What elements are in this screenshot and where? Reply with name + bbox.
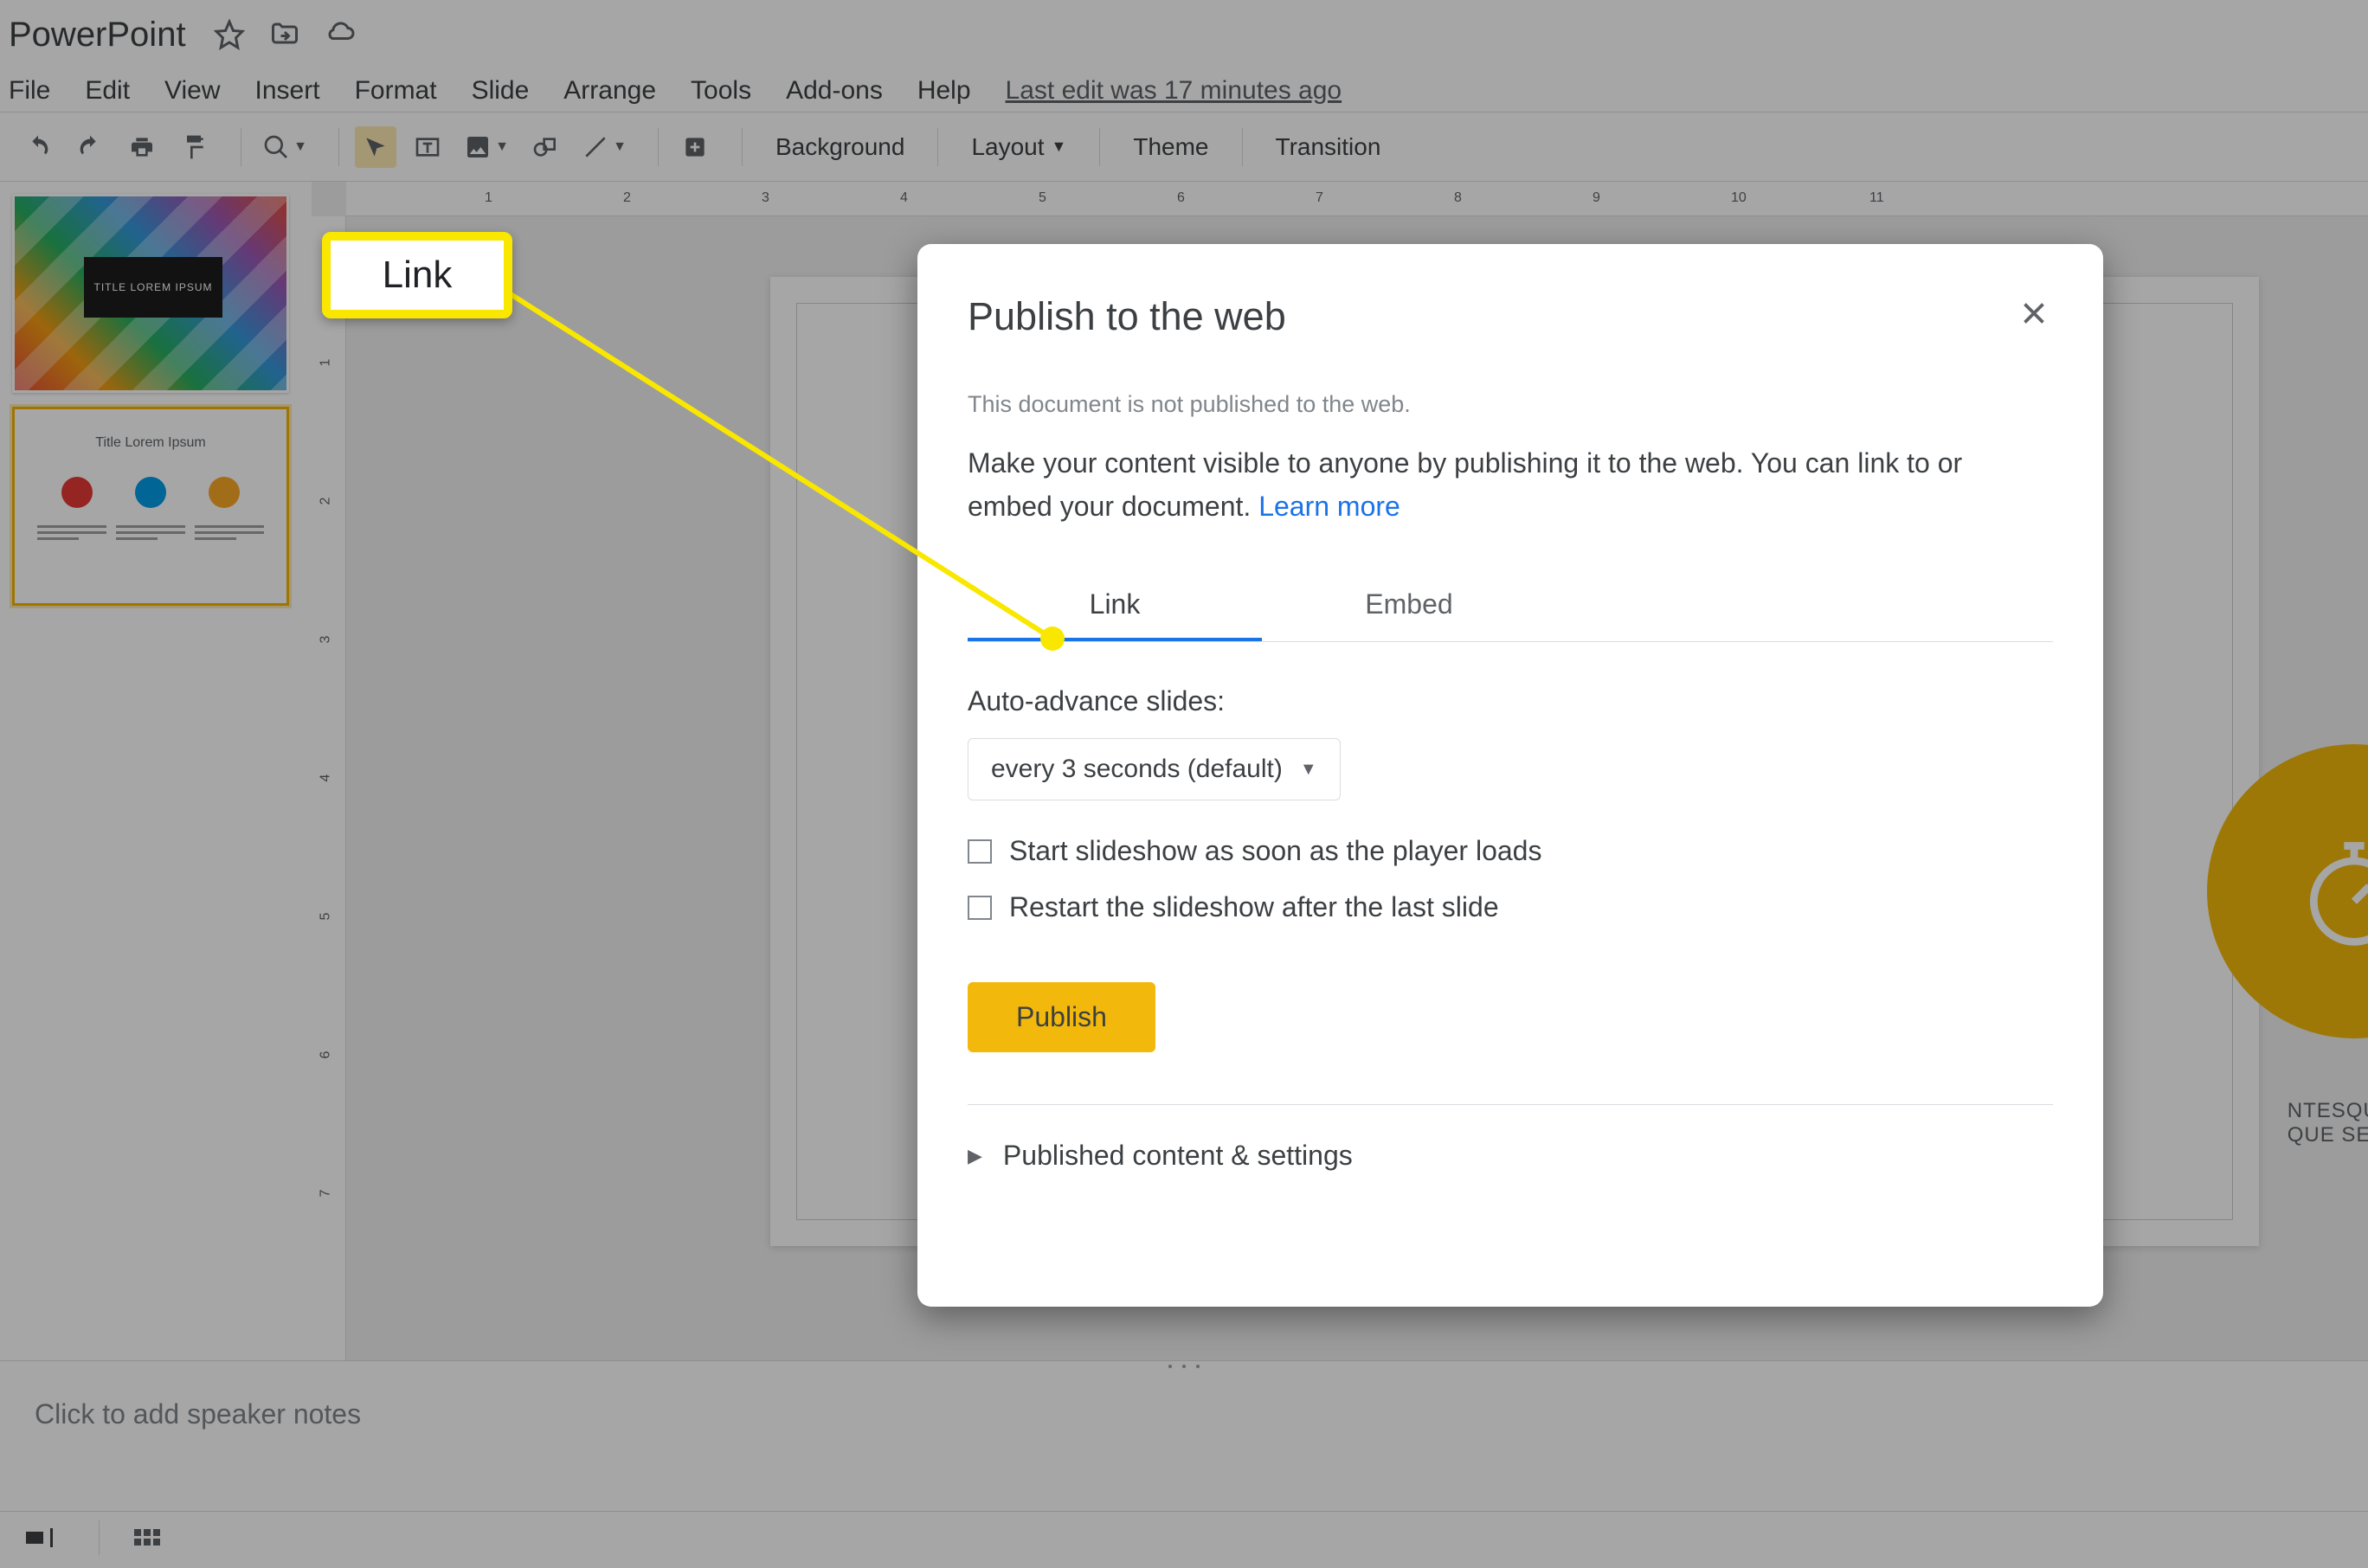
- transition-button[interactable]: Transition: [1258, 126, 1399, 168]
- slide-body-text: NTESQUE HABITANT QUE SENECTUS ET N: [2288, 1099, 2368, 1147]
- line-button[interactable]: ▼: [576, 126, 632, 168]
- menu-help[interactable]: Help: [917, 76, 971, 106]
- bottom-bar: [0, 1511, 2368, 1563]
- bottom-separator: [99, 1520, 100, 1555]
- cloud-icon[interactable]: [325, 19, 356, 50]
- restart-slideshow-label: Restart the slideshow after the last sli…: [1009, 891, 1499, 923]
- speaker-notes[interactable]: Click to add speaker notes: [0, 1372, 2368, 1511]
- dialog-tabs: Link Embed: [968, 571, 2053, 642]
- menu-insert[interactable]: Insert: [255, 76, 320, 106]
- add-comment-button[interactable]: [674, 126, 716, 168]
- document-title[interactable]: PowerPoint: [9, 16, 186, 55]
- last-edit-link[interactable]: Last edit was 17 minutes ago: [1006, 76, 1342, 106]
- star-icon[interactable]: [214, 19, 245, 50]
- titlebar: PowerPoint: [0, 0, 2368, 69]
- filmstrip-icon: [50, 1528, 57, 1547]
- tab-link[interactable]: Link: [968, 571, 1262, 641]
- annotation-dot: [1040, 627, 1065, 651]
- dialog-divider: [968, 1104, 2053, 1105]
- shape-button[interactable]: [524, 126, 566, 168]
- select-tool-button[interactable]: [355, 126, 396, 168]
- undo-button[interactable]: [17, 126, 59, 168]
- thumb-circle-icon: [135, 477, 166, 508]
- menu-slide[interactable]: Slide: [472, 76, 530, 106]
- publish-dialog: Publish to the web This document is not …: [917, 244, 2103, 1307]
- filmstrip-icon[interactable]: [26, 1532, 43, 1544]
- start-slideshow-label: Start slideshow as soon as the player lo…: [1009, 835, 1541, 867]
- horizontal-ruler: 1 2 3 4 5 6 7 8 9 10 11: [346, 182, 2368, 216]
- slide-thumbnail-1[interactable]: TITLE LOREM IPSUM: [12, 194, 289, 393]
- dialog-title: Publish to the web: [968, 294, 2053, 339]
- auto-advance-select[interactable]: every 3 seconds (default)▼: [968, 738, 1341, 800]
- learn-more-link[interactable]: Learn more: [1258, 491, 1400, 522]
- menu-addons[interactable]: Add-ons: [786, 76, 883, 106]
- thumbnail-title-box: TITLE LOREM IPSUM: [84, 257, 222, 318]
- auto-advance-label: Auto-advance slides:: [968, 685, 2053, 717]
- move-folder-icon[interactable]: [269, 19, 300, 50]
- toolbar-separator: [1242, 128, 1243, 166]
- thumb-circle-icon: [209, 477, 240, 508]
- background-button[interactable]: Background: [758, 126, 922, 168]
- toolbar-separator: [937, 128, 938, 166]
- toolbar: ▼ ▼ ▼ Background Layout▼ Theme Transitio…: [0, 112, 2368, 182]
- redo-button[interactable]: [69, 126, 111, 168]
- zoom-button[interactable]: ▼: [257, 126, 312, 168]
- menu-arrange[interactable]: Arrange: [563, 76, 656, 106]
- start-slideshow-checkbox[interactable]: [968, 839, 992, 864]
- grid-view-icon[interactable]: [134, 1529, 160, 1546]
- notes-splitter[interactable]: [0, 1360, 2368, 1372]
- chevron-right-icon: ▶: [968, 1145, 982, 1167]
- menu-view[interactable]: View: [164, 76, 220, 106]
- thumb-circle-icon: [61, 477, 93, 508]
- theme-button[interactable]: Theme: [1116, 126, 1226, 168]
- menu-file[interactable]: File: [9, 76, 50, 106]
- start-slideshow-checkbox-row: Start slideshow as soon as the player lo…: [968, 835, 2053, 867]
- vertical-ruler: 1 2 3 4 5 6 7: [312, 216, 346, 1360]
- menu-format[interactable]: Format: [355, 76, 437, 106]
- annotation-callout-box: Link: [322, 232, 512, 318]
- published-content-expand[interactable]: ▶ Published content & settings: [968, 1140, 2053, 1172]
- toolbar-separator: [338, 128, 339, 166]
- publish-button[interactable]: Publish: [968, 982, 1155, 1052]
- menu-edit[interactable]: Edit: [85, 76, 130, 106]
- toolbar-separator: [1099, 128, 1100, 166]
- restart-slideshow-checkbox-row: Restart the slideshow after the last sli…: [968, 891, 2053, 923]
- dialog-status-text: This document is not published to the we…: [968, 391, 2053, 418]
- print-button[interactable]: [121, 126, 163, 168]
- tab-embed[interactable]: Embed: [1262, 571, 1556, 641]
- layout-button[interactable]: Layout▼: [954, 126, 1084, 168]
- menubar: File Edit View Insert Format Slide Arran…: [0, 69, 2368, 112]
- slide-thumbnail-panel: TITLE LOREM IPSUM Title Lorem Ipsum: [0, 182, 312, 1360]
- restart-slideshow-checkbox[interactable]: [968, 896, 992, 920]
- menu-tools[interactable]: Tools: [691, 76, 751, 106]
- thumbnail-content: Title Lorem Ipsum: [15, 409, 286, 603]
- textbox-button[interactable]: [407, 126, 448, 168]
- image-button[interactable]: ▼: [459, 126, 514, 168]
- slide-thumbnail-2[interactable]: Title Lorem Ipsum: [12, 407, 289, 606]
- close-button[interactable]: [2015, 294, 2053, 332]
- dialog-description: Make your content visible to anyone by p…: [968, 442, 2053, 528]
- paint-format-button[interactable]: [173, 126, 215, 168]
- toolbar-separator: [742, 128, 743, 166]
- toolbar-separator: [658, 128, 659, 166]
- speaker-notes-placeholder: Click to add speaker notes: [35, 1398, 361, 1430]
